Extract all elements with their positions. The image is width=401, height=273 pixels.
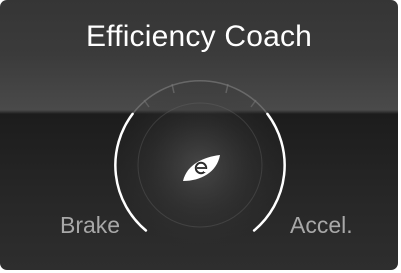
brake-label: Brake	[60, 212, 121, 238]
accel-label: Accel.	[290, 212, 353, 238]
screen-title: Efficiency Coach	[85, 20, 313, 53]
display-frame: Efficiency Coach Brake Accel.	[0, 0, 401, 273]
efficiency-coach-screen: Efficiency Coach Brake Accel.	[0, 0, 398, 270]
